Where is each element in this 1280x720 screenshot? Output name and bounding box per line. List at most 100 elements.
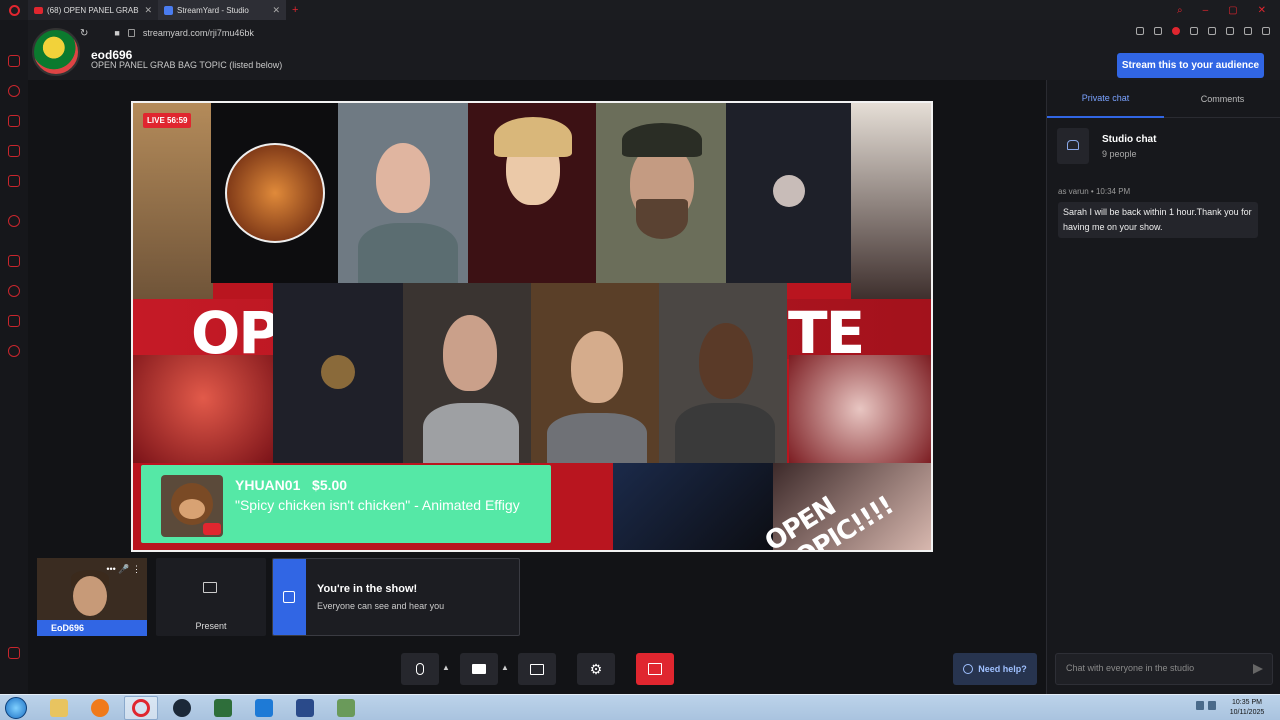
close-window-icon[interactable]: ✕ bbox=[1258, 5, 1266, 16]
self-camera-tile[interactable]: ••• 🎤 ⋮ EoD696 bbox=[37, 558, 147, 636]
participant-tile-2[interactable] bbox=[338, 103, 468, 283]
camera-options-chevron-icon[interactable]: ▲ bbox=[501, 663, 509, 672]
new-tab-icon[interactable]: + bbox=[292, 4, 298, 16]
art-panel-bottom-right bbox=[789, 355, 931, 463]
participant-tile-8[interactable] bbox=[531, 283, 659, 463]
participant-avatar bbox=[321, 355, 355, 389]
need-help-label: Need help? bbox=[978, 664, 1027, 674]
clock[interactable]: 10:35 PM 10/11/2025 bbox=[1222, 698, 1272, 718]
participant-face bbox=[376, 143, 430, 213]
tab-comments[interactable]: Comments bbox=[1164, 80, 1280, 118]
close-tab-icon[interactable]: ✕ bbox=[144, 5, 152, 16]
extensions-icon[interactable] bbox=[8, 647, 20, 659]
vpn-icon[interactable] bbox=[1172, 27, 1180, 35]
edit-icon[interactable] bbox=[8, 255, 20, 267]
profile-icon[interactable] bbox=[1226, 27, 1234, 35]
participant-hair bbox=[494, 117, 572, 157]
music-icon[interactable] bbox=[8, 175, 20, 187]
search-icon[interactable]: ⌕ bbox=[1177, 5, 1183, 16]
participant-tile-1[interactable] bbox=[211, 103, 338, 283]
bag-icon[interactable] bbox=[8, 115, 20, 127]
settings-button[interactable]: ⚙ bbox=[577, 653, 615, 685]
studio-chat-header: Studio chat 9 people bbox=[1057, 128, 1271, 166]
download-icon[interactable] bbox=[1244, 27, 1252, 35]
twitch-icon[interactable] bbox=[8, 145, 20, 157]
donor-avatar bbox=[161, 475, 223, 537]
donor-name-amount: YHUAN01 $5.00 bbox=[235, 477, 347, 493]
need-help-button[interactable]: Need help? bbox=[953, 653, 1037, 685]
settings-icon[interactable] bbox=[8, 345, 20, 357]
participant-avatar bbox=[225, 143, 325, 243]
participant-tile-4[interactable] bbox=[596, 103, 726, 283]
studio-header: ↻ ■ streamyard.com/rji7mu46bk eod696 OPE… bbox=[28, 20, 1280, 80]
volume-icon[interactable] bbox=[1208, 701, 1216, 710]
reload-icon[interactable]: ↻ bbox=[80, 28, 88, 39]
in-show-notice: You're in the show! Everyone can see and… bbox=[272, 558, 520, 636]
taskbar-firefox[interactable] bbox=[83, 696, 117, 720]
tile-controls[interactable]: ••• 🎤 ⋮ bbox=[106, 564, 141, 575]
heart-icon[interactable] bbox=[1208, 27, 1216, 35]
share-icon[interactable] bbox=[1136, 27, 1144, 35]
stream-to-audience-button[interactable]: Stream this to your audience bbox=[1117, 53, 1264, 78]
vscode-icon bbox=[255, 699, 273, 717]
taskbar-explorer[interactable] bbox=[42, 696, 76, 720]
participant-tile-6[interactable] bbox=[273, 283, 403, 463]
maximize-icon[interactable]: ▢ bbox=[1228, 5, 1237, 16]
participant-tile-9[interactable] bbox=[659, 283, 787, 463]
system-tray bbox=[1196, 701, 1216, 710]
snapshot-icon[interactable] bbox=[1154, 27, 1162, 35]
participant-cap bbox=[622, 123, 702, 157]
player-icon[interactable] bbox=[8, 215, 20, 227]
share-screen-icon bbox=[530, 663, 544, 675]
browser-tab-streamyard[interactable]: StreamYard - Studio ✕ bbox=[158, 0, 286, 20]
present-tile[interactable]: Present bbox=[156, 558, 266, 636]
participant-tile-3[interactable] bbox=[468, 103, 596, 283]
browser-sidebar bbox=[0, 20, 28, 694]
help-icon bbox=[963, 664, 974, 674]
send-icon[interactable] bbox=[1253, 664, 1263, 674]
address-bar[interactable]: ↻ ■ streamyard.com/rji7mu46bk bbox=[80, 26, 254, 40]
microphone-button[interactable] bbox=[401, 653, 439, 685]
studio-chat-title: Studio chat bbox=[1102, 134, 1157, 145]
app-icon bbox=[214, 699, 232, 717]
people-icon bbox=[1067, 140, 1079, 150]
youtube-icon bbox=[34, 6, 43, 14]
messenger-icon[interactable] bbox=[8, 55, 20, 67]
taskbar-opera[interactable] bbox=[124, 696, 158, 720]
studio-chat-count: 9 people bbox=[1102, 149, 1137, 159]
participant-tile-7[interactable] bbox=[403, 283, 531, 463]
speed-icon[interactable] bbox=[8, 85, 20, 97]
participant-face bbox=[571, 331, 623, 403]
tab-private-chat[interactable]: Private chat bbox=[1047, 80, 1164, 118]
close-tab-icon[interactable]: ✕ bbox=[272, 5, 280, 16]
send-icon[interactable] bbox=[1190, 27, 1198, 35]
streamyard-icon bbox=[164, 5, 173, 15]
minimize-icon[interactable]: – bbox=[1203, 5, 1209, 16]
mic-options-chevron-icon[interactable]: ▲ bbox=[442, 663, 450, 672]
clock-time: 10:35 PM bbox=[1232, 699, 1262, 706]
taskbar-steam[interactable] bbox=[165, 696, 199, 720]
chat-input-box[interactable] bbox=[1055, 653, 1273, 685]
participant-tile-5[interactable] bbox=[726, 103, 851, 283]
opera-logo-icon[interactable] bbox=[0, 0, 28, 20]
camera-button[interactable] bbox=[460, 653, 498, 685]
participant-face bbox=[443, 315, 497, 391]
in-show-subtitle: Everyone can see and hear you bbox=[317, 601, 445, 611]
participant-shirt bbox=[358, 223, 458, 283]
chat-input[interactable] bbox=[1066, 663, 1246, 673]
donation-amount: $5.00 bbox=[312, 477, 348, 493]
url-text[interactable]: streamyard.com/rji7mu46bk bbox=[143, 28, 254, 38]
leave-studio-button[interactable] bbox=[636, 653, 674, 685]
history-icon[interactable] bbox=[8, 285, 20, 297]
network-icon[interactable] bbox=[1196, 701, 1204, 710]
taskbar-editor[interactable] bbox=[288, 696, 322, 720]
cube-icon[interactable] bbox=[8, 315, 20, 327]
start-button[interactable] bbox=[5, 697, 27, 719]
browser-tab-youtube[interactable]: (68) OPEN PANEL GRAB BA ✕ bbox=[28, 0, 158, 20]
taskbar-tool[interactable] bbox=[329, 696, 363, 720]
taskbar-app-green[interactable] bbox=[206, 696, 240, 720]
share-screen-button[interactable] bbox=[518, 653, 556, 685]
browser-toolbar bbox=[1136, 27, 1270, 35]
taskbar-vscode[interactable] bbox=[247, 696, 281, 720]
menu-icon[interactable] bbox=[1262, 27, 1270, 35]
